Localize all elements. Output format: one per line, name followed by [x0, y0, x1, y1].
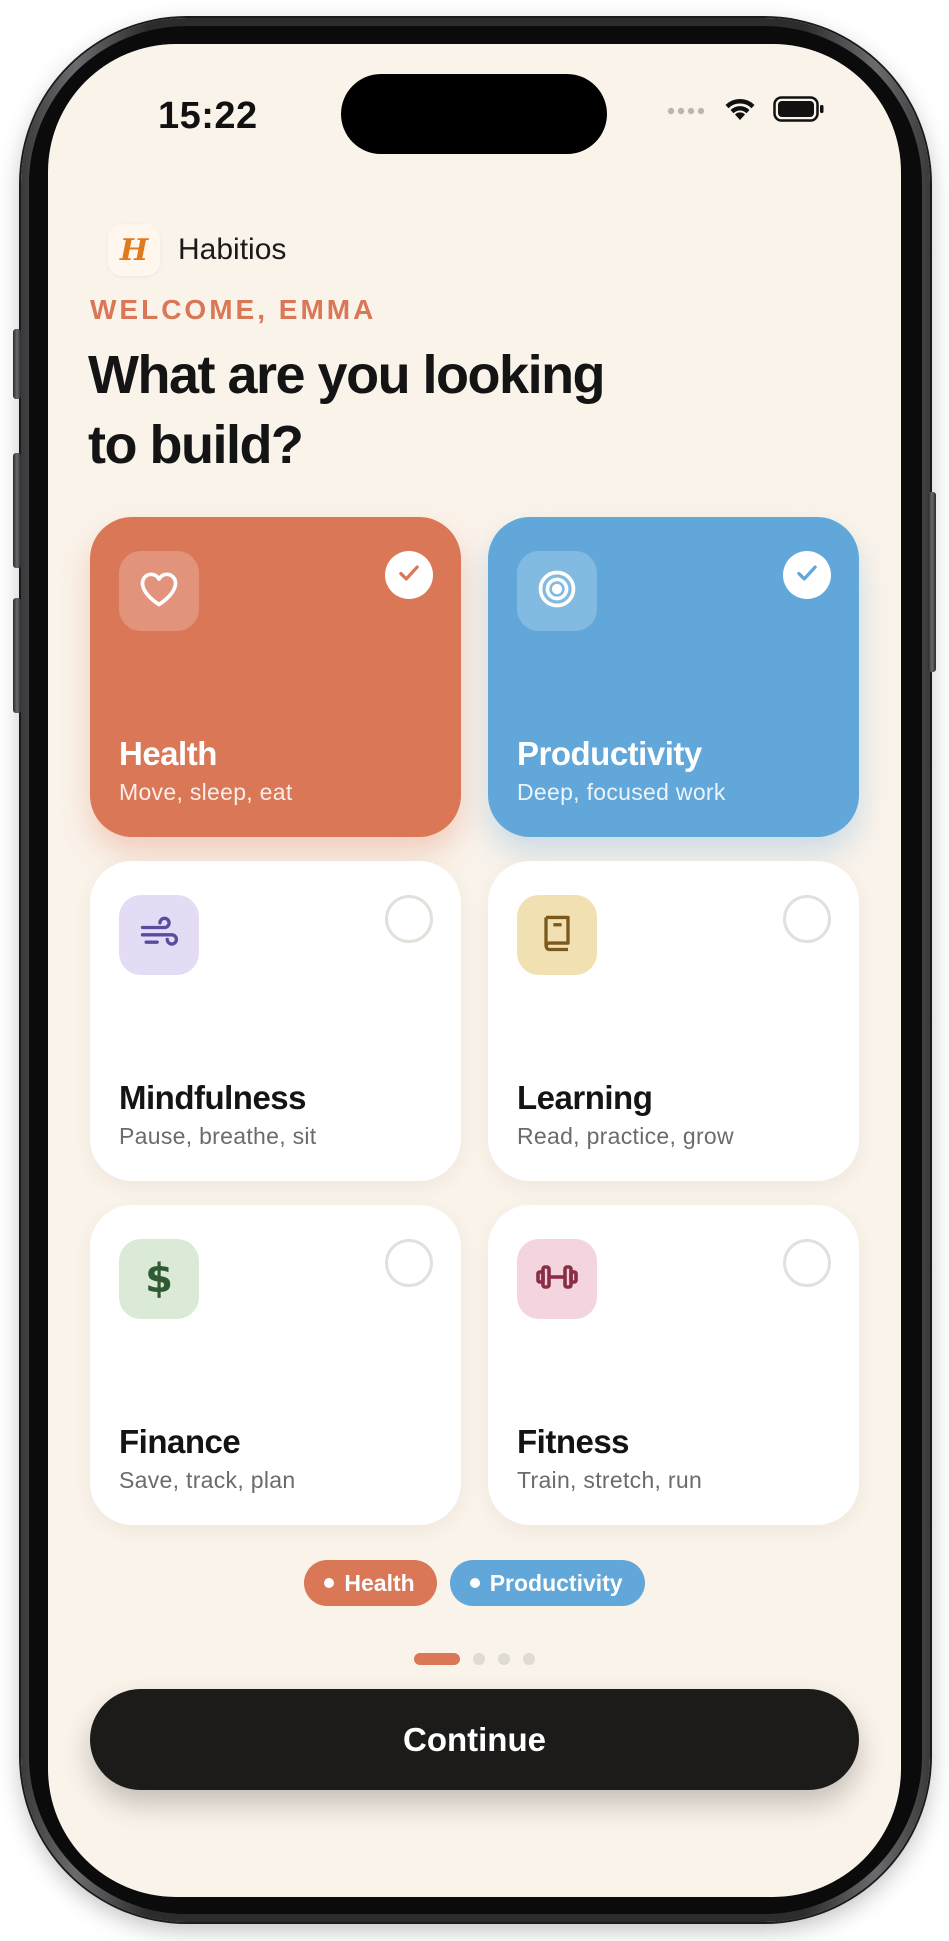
selected-chips: Health Productivity — [48, 1560, 901, 1606]
checkmark-icon — [396, 560, 422, 591]
volume-up-button — [13, 453, 21, 568]
page-title: What are you looking to build? — [88, 345, 606, 475]
page-dot-3 — [498, 1653, 510, 1665]
card-check-learning[interactable] — [783, 895, 831, 943]
status-icons — [667, 96, 825, 127]
card-check-fitness[interactable] — [783, 1239, 831, 1287]
card-title: Finance — [119, 1423, 241, 1460]
card-title: Learning — [517, 1079, 653, 1116]
status-time: 15:22 — [158, 95, 258, 137]
wind-icon-tile — [119, 895, 199, 975]
dollar-icon-tile: $ — [119, 1239, 199, 1319]
category-card-fitness[interactable]: Fitness Train, stretch, run — [488, 1205, 859, 1525]
chip-dot — [469, 1578, 480, 1588]
continue-button[interactable]: Continue — [90, 1689, 859, 1790]
card-subtitle: Move, sleep, eat — [119, 779, 293, 805]
target-icon — [535, 567, 579, 616]
card-title: Health — [119, 735, 217, 772]
card-subtitle: Deep, focused work — [517, 779, 726, 805]
page-dot-4 — [523, 1653, 535, 1665]
action-button — [13, 329, 21, 399]
card-check-mindfulness[interactable] — [385, 895, 433, 943]
category-card-learning[interactable]: Learning Read, practice, grow — [488, 861, 859, 1181]
card-subtitle: Train, stretch, run — [517, 1467, 703, 1493]
category-card-health[interactable]: Health Move, sleep, eat — [90, 517, 461, 837]
book-icon-tile — [517, 895, 597, 975]
card-check-finance[interactable] — [385, 1239, 433, 1287]
dumbbell-icon — [533, 1253, 581, 1306]
brand: H Habitios — [108, 224, 286, 276]
signal-dots-icon — [667, 103, 707, 121]
category-card-productivity[interactable]: Productivity Deep, focused work — [488, 517, 859, 837]
page-dot-2 — [473, 1653, 485, 1665]
chip-health[interactable]: Health — [304, 1560, 437, 1606]
dumbbell-icon-tile — [517, 1239, 597, 1319]
checkmark-icon — [794, 560, 820, 591]
app-logo-text: H — [119, 232, 149, 268]
chip-productivity[interactable]: Productivity — [449, 1560, 645, 1606]
dynamic-island — [341, 74, 607, 154]
app-name: Habitios — [178, 233, 287, 266]
page-dot-1 — [414, 1653, 460, 1665]
chip-dot — [324, 1578, 335, 1588]
card-subtitle: Read, practice, grow — [517, 1123, 734, 1149]
page-indicator — [48, 1653, 901, 1665]
battery-icon — [773, 96, 825, 127]
card-title: Fitness — [517, 1423, 630, 1460]
dollar-icon: $ — [145, 1256, 173, 1302]
power-button — [928, 492, 936, 672]
heart-icon — [137, 567, 181, 616]
wind-icon — [137, 911, 181, 960]
welcome-label: WELCOME, EMMA — [90, 294, 377, 325]
app-logo: H — [108, 224, 160, 276]
card-title: Productivity — [517, 735, 702, 772]
chip-label: Health — [344, 1569, 415, 1596]
volume-down-button — [13, 598, 21, 713]
heart-icon-tile — [119, 551, 199, 631]
screen: 15:22 H Habitios WELCOME, EMMA What are … — [48, 44, 901, 1897]
category-card-mindfulness[interactable]: Mindfulness Pause, breathe, sit — [90, 861, 461, 1181]
wifi-icon — [723, 96, 757, 127]
target-icon-tile — [517, 551, 597, 631]
card-subtitle: Pause, breathe, sit — [119, 1123, 317, 1149]
card-check-productivity[interactable] — [783, 551, 831, 599]
chip-label: Productivity — [489, 1569, 623, 1596]
card-subtitle: Save, track, plan — [119, 1467, 296, 1493]
card-check-health[interactable] — [385, 551, 433, 599]
book-icon — [535, 911, 579, 960]
category-card-finance[interactable]: $ Finance Save, track, plan — [90, 1205, 461, 1525]
card-title: Mindfulness — [119, 1079, 307, 1116]
